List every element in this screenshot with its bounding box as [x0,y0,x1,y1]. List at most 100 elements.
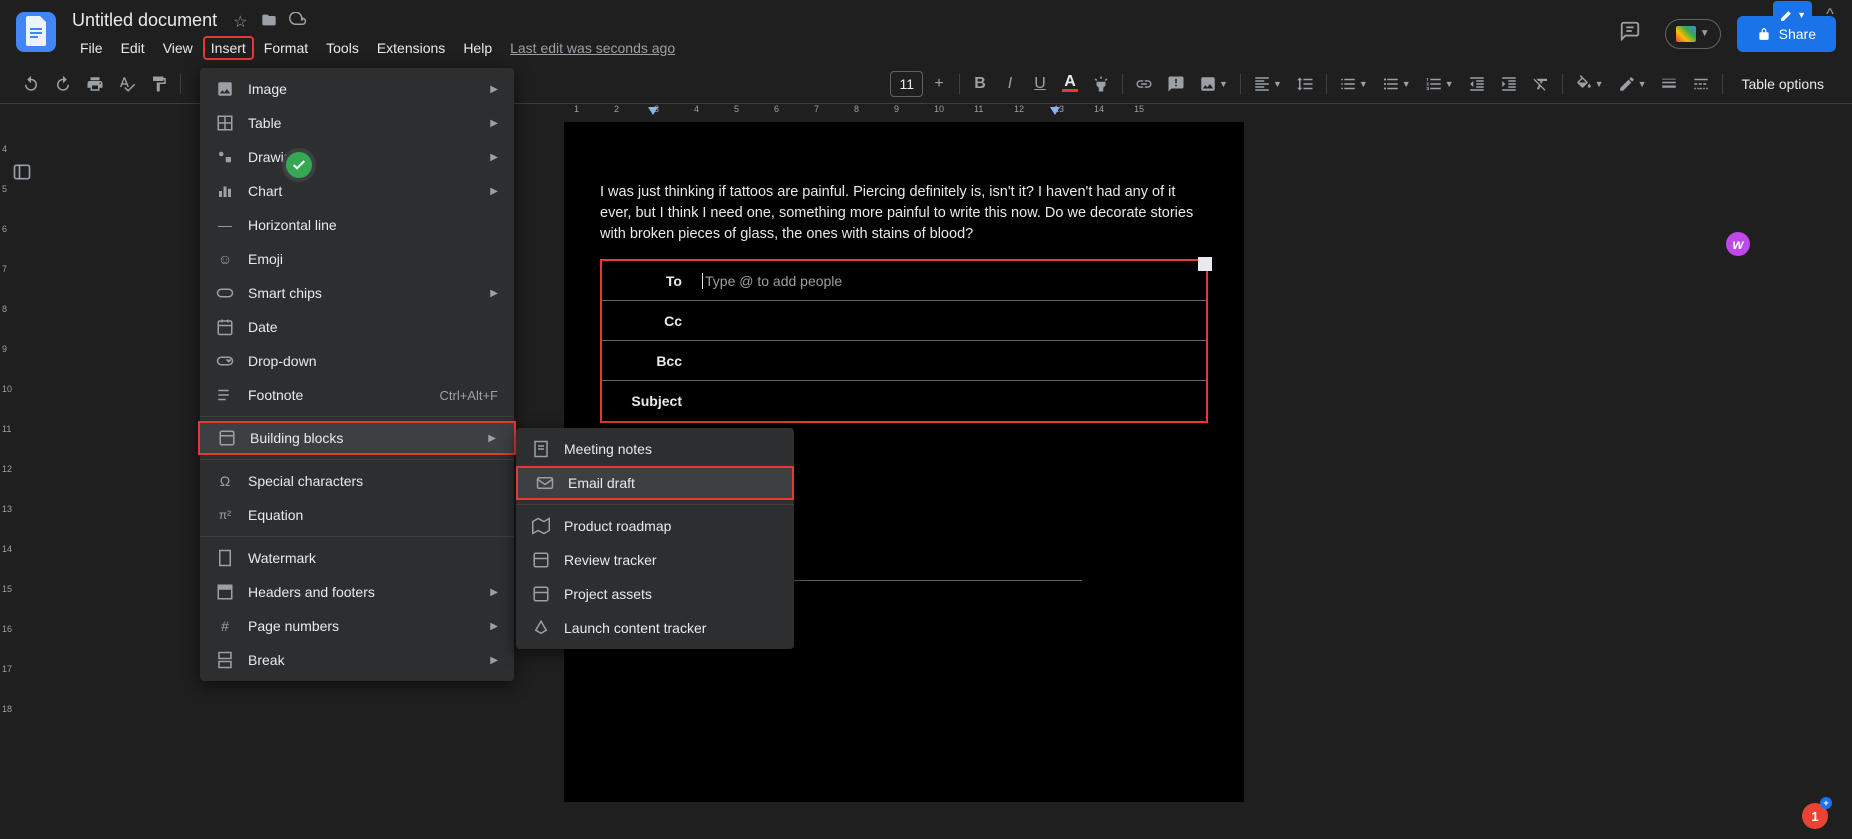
bb-product-roadmap[interactable]: Product roadmap [516,509,794,543]
chart-icon [216,182,234,200]
menu-edit[interactable]: Edit [113,36,153,60]
email-cc-field[interactable] [694,313,1206,329]
checklist-button[interactable]: ▼ [1333,69,1374,99]
insert-smart-chips[interactable]: Smart chips▶ [200,276,514,310]
ruler-v-tick: 13 [2,504,12,514]
ruler-h-tick: 12 [1014,104,1024,114]
menu-format[interactable]: Format [256,36,316,60]
ruler-v-tick: 12 [2,464,12,474]
pagenumbers-icon: # [216,617,234,635]
docs-logo[interactable] [16,12,56,52]
indent-increase-button[interactable] [1494,69,1524,99]
body-paragraph[interactable]: I was just thinking if tattoos are painf… [564,182,1244,245]
bb-review-tracker[interactable]: Review tracker [516,543,794,577]
insert-page-numbers[interactable]: #Page numbers▶ [200,609,514,643]
smartchips-icon [216,284,234,302]
border-width-button[interactable] [1654,69,1684,99]
indent-decrease-button[interactable] [1462,69,1492,99]
email-draft-block[interactable]: To Type @ to add people Cc Bcc Subject [600,259,1208,423]
move-icon[interactable] [261,12,277,28]
menu-insert[interactable]: Insert [203,36,254,60]
email-block-handle[interactable] [1198,257,1212,271]
insert-emoji[interactable]: ☺Emoji [200,242,514,276]
ruler-right-marker[interactable] [1050,107,1060,115]
line-spacing-button[interactable] [1290,69,1320,99]
insert-equation[interactable]: π²Equation [200,498,514,532]
bb-meeting-notes[interactable]: Meeting notes [516,432,794,466]
paint-format-button[interactable] [144,69,174,99]
link-button[interactable] [1129,69,1159,99]
bb-project-assets[interactable]: Project assets [516,577,794,611]
edit-mode-button[interactable]: ▼ [1773,1,1812,29]
comments-icon[interactable] [1611,12,1649,55]
spellcheck-button[interactable] [112,69,142,99]
italic-button[interactable]: I [996,69,1024,99]
bb-launch-tracker[interactable]: Launch content tracker [516,611,794,645]
emoji-icon: ☺ [216,250,234,268]
fill-color-button[interactable]: ▼ [1569,69,1610,99]
ruler-v-tick: 15 [2,584,12,594]
cloud-status-icon[interactable] [289,12,305,28]
ruler-h-tick: 9 [894,104,899,114]
highlight-button[interactable] [1086,69,1116,99]
notification-badge[interactable]: 1 + [1802,803,1828,829]
bulleted-list-button[interactable]: ▼ [1376,69,1417,99]
insert-special-characters[interactable]: ΩSpecial characters [200,464,514,498]
insert-date[interactable]: Date [200,310,514,344]
insert-menu-dropdown: Image▶ Table▶ Drawing▶ Chart▶ —Horizonta… [200,68,514,681]
numbered-list-button[interactable]: ▼ [1419,69,1460,99]
email-bcc-field[interactable] [694,353,1206,369]
email-subject-field[interactable] [694,393,1206,409]
document-title[interactable]: Untitled document [72,10,217,31]
menu-extensions[interactable]: Extensions [369,36,453,60]
email-to-field[interactable]: Type @ to add people [694,265,1206,297]
insert-table[interactable]: Table▶ [200,106,514,140]
meet-button[interactable]: ▼ [1665,19,1721,49]
ruler-v-tick: 11 [2,424,11,434]
insert-footnote[interactable]: FootnoteCtrl+Alt+F [200,378,514,412]
dropdown-icon [216,352,234,370]
insert-drawing[interactable]: Drawing▶ [200,140,514,174]
star-icon[interactable]: ☆ [233,12,249,28]
user-avatar-badge[interactable]: w [1726,232,1750,256]
bb-email-draft[interactable]: Email draft [516,466,794,500]
equation-icon: π² [216,506,234,524]
menu-view[interactable]: View [155,36,201,60]
insert-building-blocks[interactable]: Building blocks▶ [198,421,516,455]
ruler-h-tick: 4 [694,104,699,114]
collapse-toolbar-button[interactable]: ^ [1816,0,1844,30]
insert-watermark[interactable]: Watermark [200,541,514,575]
insert-horizontal-line[interactable]: —Horizontal line [200,208,514,242]
last-edit-link[interactable]: Last edit was seconds ago [510,40,675,56]
hr-icon: — [216,216,234,234]
underline-button[interactable]: U [1026,69,1054,99]
image-button[interactable]: ▼ [1193,69,1234,99]
print-button[interactable] [80,69,110,99]
font-size-input[interactable]: 11 [890,71,923,97]
insert-break[interactable]: Break▶ [200,643,514,677]
ruler-v-tick: 10 [2,384,12,394]
insert-headers-footers[interactable]: Headers and footers▶ [200,575,514,609]
table-options-button[interactable]: Table options [1729,70,1836,98]
border-style-button[interactable] [1686,69,1716,99]
insert-dropdown[interactable]: Drop-down [200,344,514,378]
comment-button[interactable] [1161,69,1191,99]
undo-button[interactable] [16,69,46,99]
menu-help[interactable]: Help [455,36,500,60]
bold-button[interactable]: B [966,69,994,99]
menu-file[interactable]: File [72,36,111,60]
border-color-button[interactable]: ▼ [1612,69,1653,99]
align-button[interactable]: ▼ [1247,69,1288,99]
text-color-button[interactable]: A [1056,69,1084,98]
ruler-v-tick: 14 [2,544,12,554]
insert-image[interactable]: Image▶ [200,72,514,106]
specialchars-icon: Ω [216,472,234,490]
redo-button[interactable] [48,69,78,99]
insert-chart[interactable]: Chart▶ [200,174,514,208]
ruler-h-tick: 6 [774,104,779,114]
font-size-plus-button[interactable]: + [925,69,953,99]
ruler-v-tick: 8 [2,304,7,314]
email-subject-label: Subject [602,393,694,409]
menu-tools[interactable]: Tools [318,36,367,60]
clear-format-button[interactable] [1526,69,1556,99]
